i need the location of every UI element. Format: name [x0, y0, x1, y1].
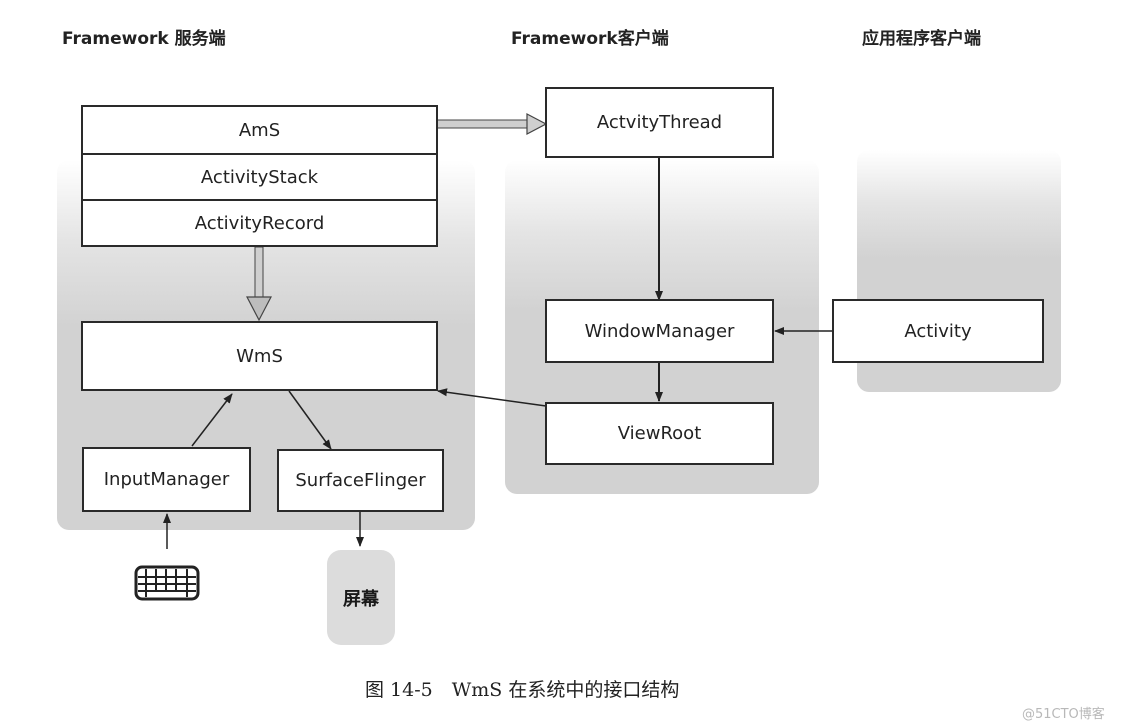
node-surface-flinger: SurfaceFlinger — [277, 449, 444, 512]
node-activity: Activity — [832, 299, 1044, 363]
watermark: @51CTO博客 — [1022, 707, 1105, 722]
edge-activityrecord-wms — [246, 246, 272, 322]
node-input-manager: InputManager — [82, 447, 251, 512]
edge-inputmanager-wms — [191, 393, 233, 447]
keyboard-icon — [134, 565, 200, 601]
node-activity-stack: ActivityStack — [81, 153, 438, 200]
node-ams: AmS — [81, 105, 438, 154]
node-activity-record: ActivityRecord — [81, 199, 438, 247]
node-window-manager: WindowManager — [545, 299, 774, 363]
figure-caption: 图 14-5 WmS 在系统中的接口结构 — [365, 679, 680, 701]
node-screen: 屏幕 — [327, 550, 395, 645]
node-view-root: ViewRoot — [545, 402, 774, 465]
edge-wms-surfaceflinger — [288, 390, 332, 450]
edge-viewroot-wms — [437, 388, 547, 407]
node-activity-thread: ActvityThread — [545, 87, 774, 158]
edge-ams-activitythread — [436, 113, 548, 135]
node-wms: WmS — [81, 321, 438, 391]
